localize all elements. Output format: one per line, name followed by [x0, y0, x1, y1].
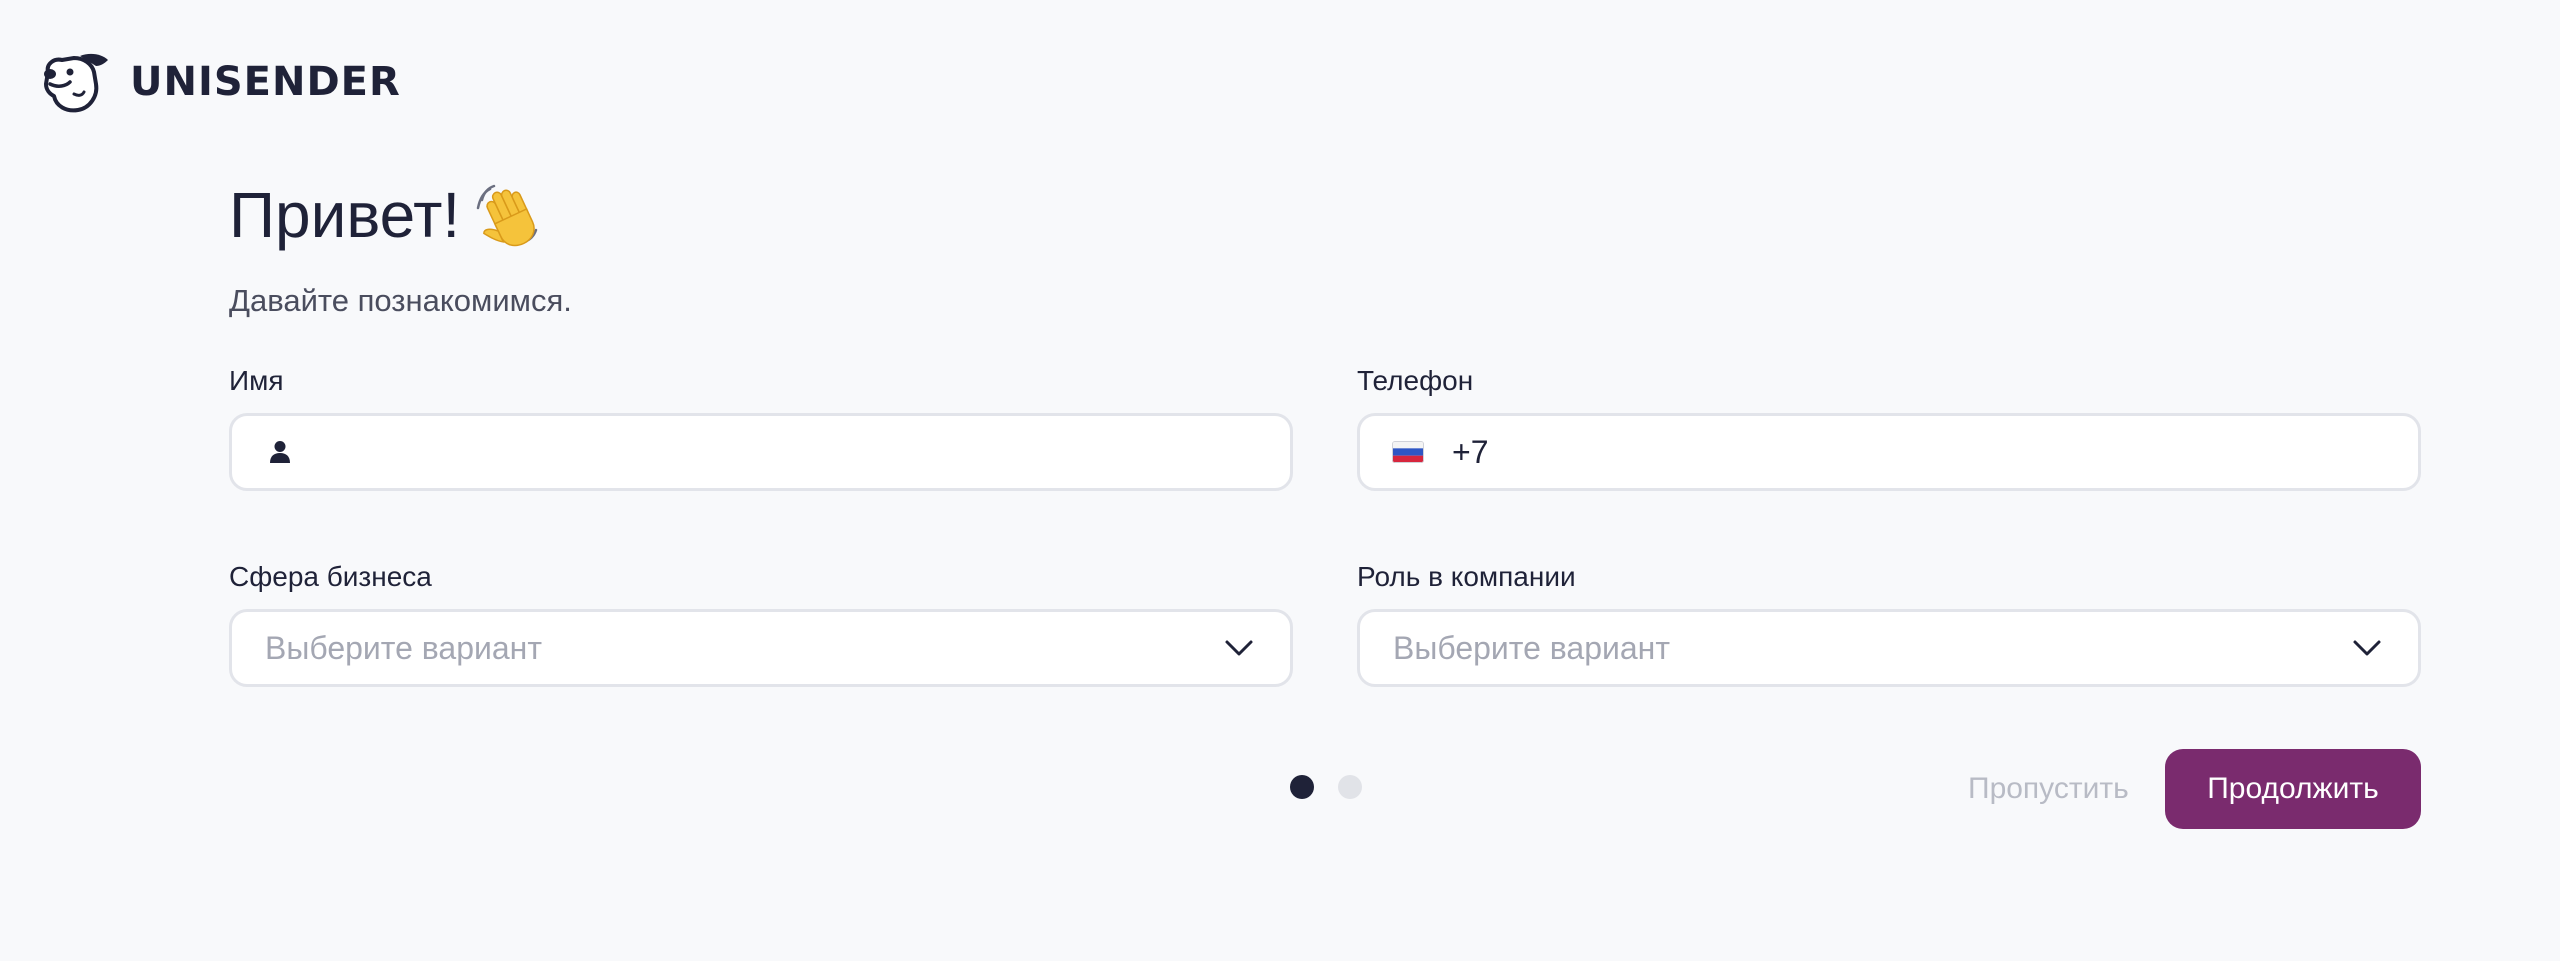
brand-name: UNISENDER [130, 59, 401, 105]
unisender-logo[interactable]: UNISENDER [40, 50, 401, 114]
business-select[interactable]: Выберите вариант [229, 609, 1293, 687]
chevron-down-icon [1225, 640, 1253, 656]
dog-mascot-icon [44, 53, 108, 113]
phone-input[interactable] [1488, 416, 2418, 488]
form-footer: Пропустить Продолжить [229, 749, 2421, 829]
phone-field-group: Телефон +7 [1357, 365, 2421, 491]
form-fields: Имя Телефон +7 Сфера бизнеса Выберите ва… [229, 365, 2421, 687]
page-title-text: Привет! [229, 179, 461, 251]
country-selector[interactable] [1360, 416, 1456, 488]
role-select[interactable]: Выберите вариант [1357, 609, 2421, 687]
role-field-group: Роль в компании Выберите вариант [1357, 561, 2421, 687]
page-subtitle: Давайте познакомимся. [229, 283, 572, 318]
role-label: Роль в компании [1357, 561, 1576, 592]
phone-field[interactable]: +7 [1357, 413, 2421, 491]
step-dot-1 [1290, 775, 1314, 799]
continue-button[interactable]: Продолжить [2165, 749, 2421, 829]
name-label: Имя [229, 365, 284, 396]
name-input[interactable] [328, 416, 1290, 488]
onboarding-form: Привет! Давайте познакомимся. Имя Телефо… [229, 175, 2421, 829]
chevron-down-icon [2353, 640, 2381, 656]
person-icon [232, 416, 328, 488]
phone-country-code: +7 [1452, 433, 1489, 470]
onboarding-page: UNISENDER Привет! Давайте познакомимся. … [0, 0, 2560, 961]
business-field-group: Сфера бизнеса Выберите вариант [229, 561, 1293, 687]
russia-flag-icon [1392, 441, 1424, 463]
skip-button[interactable]: Пропустить [1968, 749, 2129, 829]
step-indicator [1290, 775, 1362, 799]
page-title: Привет! [229, 175, 2421, 255]
phone-label: Телефон [1357, 365, 1474, 396]
name-field[interactable] [229, 413, 1293, 491]
business-select-placeholder: Выберите вариант [265, 629, 542, 666]
name-field-group: Имя [229, 365, 1293, 491]
business-label: Сфера бизнеса [229, 561, 432, 592]
role-select-placeholder: Выберите вариант [1393, 629, 1670, 666]
waving-hand-icon [476, 184, 538, 247]
step-dot-2 [1338, 775, 1362, 799]
